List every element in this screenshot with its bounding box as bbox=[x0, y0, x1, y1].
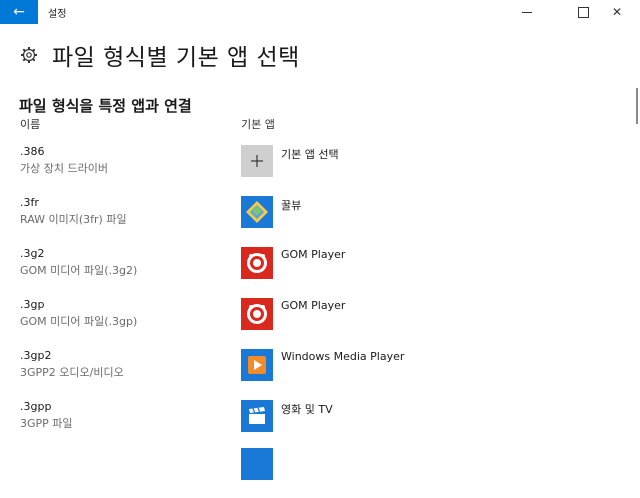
file-type-row: .3gp GOM 미디어 파일(.3gp) GOM Player bbox=[0, 298, 620, 348]
default-app-button-partial[interactable] bbox=[241, 448, 273, 480]
file-type-row: .3gp2 3GPP2 오디오/비디오 Windows Media Player bbox=[0, 349, 620, 399]
back-arrow-icon: ← bbox=[13, 4, 25, 20]
file-extension: .3gp2 bbox=[20, 349, 52, 362]
close-icon: ✕ bbox=[611, 5, 623, 19]
column-header-default-app: 기본 앱 bbox=[241, 118, 275, 131]
scrollbar-thumb[interactable] bbox=[636, 88, 638, 124]
app-name: 기본 앱 선택 bbox=[281, 148, 339, 161]
title-bar: ← 설정 ✕ bbox=[0, 0, 640, 24]
default-app-button[interactable]: 영화 및 TV bbox=[241, 400, 333, 432]
file-extension: .3g2 bbox=[20, 247, 45, 260]
file-extension: .3fr bbox=[20, 196, 39, 209]
plus-icon bbox=[241, 145, 273, 177]
app-name: 꿀뷰 bbox=[281, 199, 302, 212]
gom-player-icon bbox=[241, 247, 273, 279]
file-extension: .386 bbox=[20, 145, 45, 158]
column-header-name: 이름 bbox=[20, 118, 41, 131]
app-name: GOM Player bbox=[281, 299, 346, 312]
page-header: 파일 형식별 기본 앱 선택 bbox=[20, 38, 300, 72]
file-type-description: 3GPP 파일 bbox=[20, 417, 73, 430]
close-button[interactable]: ✕ bbox=[594, 0, 640, 24]
app-name: Windows Media Player bbox=[281, 350, 405, 363]
maximize-icon bbox=[577, 6, 589, 18]
app-name: GOM Player bbox=[281, 248, 346, 261]
minimize-icon bbox=[522, 11, 532, 13]
default-app-button[interactable]: 기본 앱 선택 bbox=[241, 145, 339, 177]
app-name: 영화 및 TV bbox=[281, 403, 333, 416]
file-type-row: .3g2 GOM 미디어 파일(.3g2) GOM Player bbox=[0, 247, 620, 297]
file-type-row: .386 가상 장치 드라이버 기본 앱 선택 bbox=[0, 145, 620, 195]
file-type-row-partial bbox=[0, 448, 620, 498]
file-type-description: 가상 장치 드라이버 bbox=[20, 162, 108, 175]
file-type-row: .3gpp 3GPP 파일 영화 및 TV bbox=[0, 400, 620, 450]
gear-icon bbox=[20, 46, 38, 64]
section-title: 파일 형식을 특정 앱과 연결 bbox=[19, 97, 192, 115]
window-title: 설정 bbox=[48, 9, 67, 20]
vertical-scrollbar[interactable] bbox=[633, 24, 640, 454]
minimize-button[interactable] bbox=[504, 0, 550, 24]
page-title: 파일 형식별 기본 앱 선택 bbox=[52, 45, 300, 71]
file-type-description: GOM 미디어 파일(.3gp) bbox=[20, 315, 138, 328]
file-type-description: GOM 미디어 파일(.3g2) bbox=[20, 264, 138, 277]
file-type-description: 3GPP2 오디오/비디오 bbox=[20, 366, 124, 379]
default-app-button[interactable]: GOM Player bbox=[241, 298, 345, 330]
file-extension: .3gp bbox=[20, 298, 45, 311]
app-tile-icon bbox=[241, 448, 273, 480]
default-app-button[interactable]: GOM Player bbox=[241, 247, 345, 279]
file-type-row: .3fr RAW 이미지(3fr) 파일 꿀뷰 bbox=[0, 196, 620, 246]
honeyview-icon bbox=[241, 196, 273, 228]
gom-player-icon bbox=[241, 298, 273, 330]
back-button[interactable]: ← bbox=[0, 0, 38, 24]
windows-media-player-icon bbox=[241, 349, 273, 381]
file-extension: .3gpp bbox=[20, 400, 52, 413]
movies-tv-icon bbox=[241, 400, 273, 432]
file-type-description: RAW 이미지(3fr) 파일 bbox=[20, 213, 127, 226]
default-app-button[interactable]: 꿀뷰 bbox=[241, 196, 301, 228]
default-app-button[interactable]: Windows Media Player bbox=[241, 349, 404, 381]
